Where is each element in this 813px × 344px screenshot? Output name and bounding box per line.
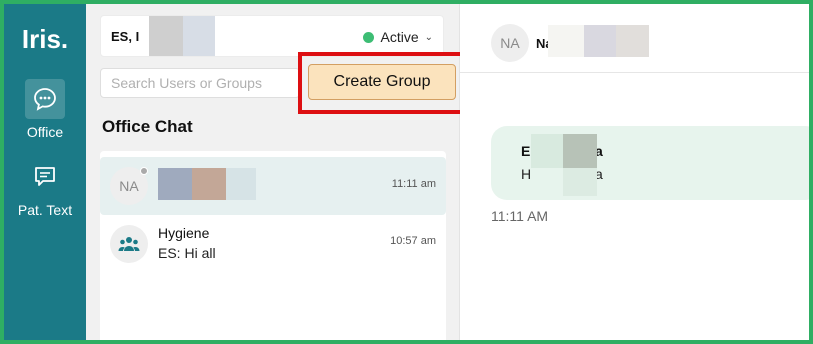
chat-time: 10:57 am bbox=[390, 235, 436, 247]
current-user-card: ES, I Active ⌄ bbox=[100, 15, 444, 57]
chat-list-panel: ES, I Active ⌄ Create Group Office Chat … bbox=[86, 4, 464, 340]
status-dot bbox=[363, 31, 375, 43]
app-logo: Iris. bbox=[21, 24, 69, 54]
app-window: Iris. Office Pat. Text ES, I Active ⌄ Se… bbox=[4, 4, 809, 340]
redacted-block bbox=[531, 134, 565, 168]
status-dropdown[interactable]: Active ⌄ bbox=[363, 29, 433, 45]
chat-time: 11:11 am bbox=[391, 178, 436, 190]
status-label: Active bbox=[380, 29, 419, 45]
avatar: NA bbox=[491, 24, 529, 62]
chat-bubble-icon bbox=[25, 79, 65, 119]
redacted-block bbox=[563, 134, 597, 168]
message-time: 11:11 AM bbox=[491, 208, 549, 224]
redacted-block bbox=[149, 16, 183, 56]
redacted-block bbox=[192, 168, 226, 200]
chat-list-item[interactable]: NA N 11:11 am bbox=[100, 157, 446, 215]
current-user-name: ES, I bbox=[111, 29, 140, 44]
redacted-block bbox=[226, 168, 256, 200]
redacted-block bbox=[158, 168, 192, 200]
create-group-button[interactable]: Create Group bbox=[308, 64, 456, 100]
chat-title: Hygiene bbox=[158, 225, 210, 241]
redacted-block bbox=[183, 16, 215, 56]
redacted-block bbox=[584, 25, 616, 57]
redacted-block bbox=[548, 25, 584, 57]
chat-list: NA N 11:11 am bbox=[100, 151, 446, 340]
left-rail: Iris. Office Pat. Text bbox=[4, 4, 86, 340]
message-sender: E bbox=[521, 143, 531, 159]
rail-item-label: Office bbox=[26, 124, 64, 140]
redacted-block bbox=[616, 25, 649, 57]
group-icon bbox=[110, 225, 148, 263]
chat-preview: ES: Hi all bbox=[158, 245, 216, 261]
message-icon bbox=[25, 157, 65, 197]
chevron-down-icon: ⌄ bbox=[424, 31, 433, 43]
rail-item-pat-text[interactable]: Pat. Text bbox=[4, 157, 86, 218]
redacted-block bbox=[563, 168, 597, 196]
section-title: Office Chat bbox=[102, 117, 193, 136]
conversation-panel: NA Na E a H a 11:11 AM bbox=[460, 4, 809, 340]
rail-item-label: Pat. Text bbox=[17, 202, 73, 218]
search-input[interactable] bbox=[100, 68, 300, 98]
message-bubble: E a H a bbox=[491, 126, 809, 200]
rail-item-office[interactable]: Office bbox=[4, 79, 86, 140]
message-text: H bbox=[521, 166, 532, 182]
chat-list-item[interactable]: Hygiene ES: Hi all 10:57 am bbox=[100, 215, 446, 273]
presence-dot bbox=[140, 167, 148, 175]
conversation-header: NA Na bbox=[460, 4, 809, 73]
